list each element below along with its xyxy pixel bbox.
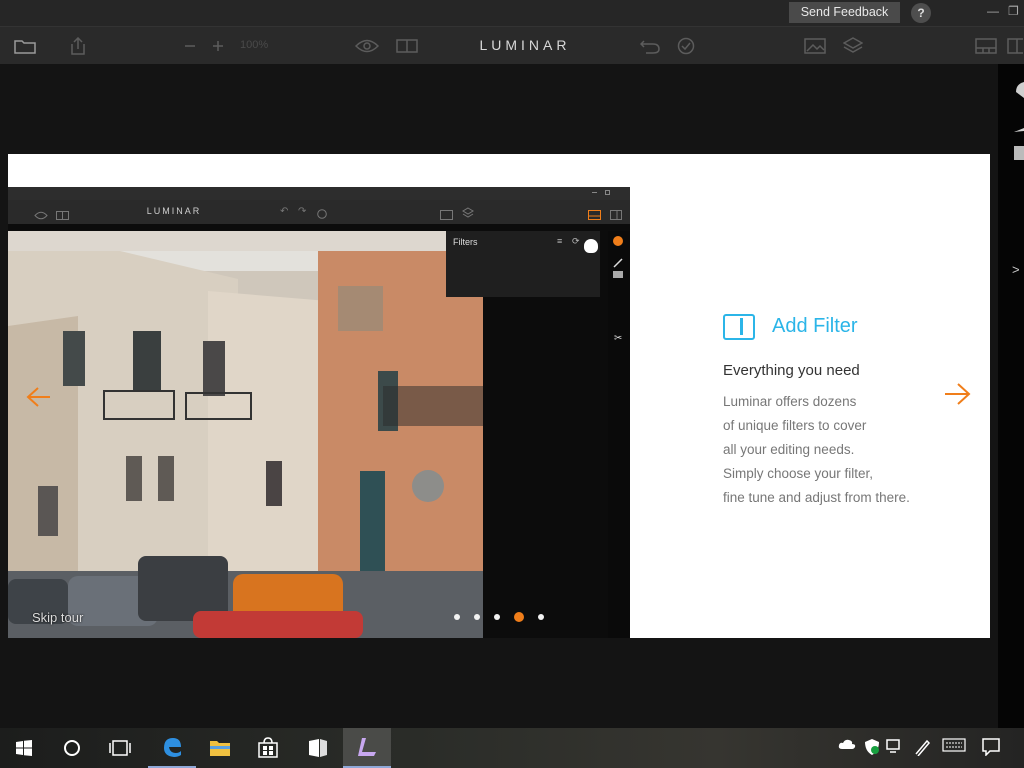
tour-step-description: Luminar offers dozens of unique filters … <box>723 390 910 510</box>
preview-compare-icon <box>56 207 69 225</box>
filters-label: Filters <box>453 237 478 247</box>
taskbar <box>0 728 1024 768</box>
page-dot-2[interactable] <box>474 614 480 620</box>
description-line: Luminar offers dozens <box>723 394 857 409</box>
start-icon[interactable] <box>0 728 48 768</box>
gradient-tool-icon[interactable] <box>1014 146 1024 160</box>
zoom-in-icon[interactable] <box>208 27 228 65</box>
expand-arrow-icon[interactable]: > <box>1012 262 1020 277</box>
pen-workspace-icon[interactable] <box>914 738 932 759</box>
preview-side-panel-icon <box>610 207 622 225</box>
preview-gradient-icon <box>613 271 623 278</box>
folder-icon[interactable] <box>12 27 38 65</box>
minimize-button[interactable]: — <box>987 4 999 18</box>
main-toolbar: 100% LUMINAR <box>0 26 1024 64</box>
page-dot-4[interactable] <box>514 612 524 622</box>
page-dot-3[interactable] <box>494 614 500 620</box>
share-icon[interactable] <box>66 27 90 65</box>
preview-titlebar <box>8 187 630 200</box>
tour-step-title: Add Filter <box>772 315 858 337</box>
next-arrow-icon[interactable] <box>943 382 971 411</box>
preview-eye-icon[interactable] <box>354 27 380 65</box>
filmstrip-icon[interactable] <box>972 27 1000 65</box>
send-feedback-button[interactable]: Send Feedback <box>789 2 900 23</box>
preview-eye-icon <box>34 207 48 225</box>
description-line: fine tune and adjust from there. <box>723 490 910 505</box>
store-icon[interactable] <box>244 728 292 768</box>
keyboard-icon[interactable] <box>942 738 966 755</box>
zoom-out-icon[interactable] <box>180 27 200 65</box>
compare-icon[interactable] <box>394 27 420 65</box>
preview-undo-icon: ↶ <box>280 206 289 217</box>
file-explorer-icon[interactable] <box>196 728 244 768</box>
history-check-icon[interactable] <box>674 27 698 65</box>
page-dot-5[interactable] <box>538 614 544 620</box>
image-icon[interactable] <box>802 27 828 65</box>
network-icon[interactable] <box>886 738 904 757</box>
preview-check-icon <box>317 206 327 224</box>
search-icon[interactable] <box>48 728 96 768</box>
page-indicator <box>454 612 544 622</box>
filter-refresh-icon: ⟳ <box>572 236 580 246</box>
tour-dialog: LUMINAR ↶ ↷ Filters ≡ ⟳ ✂ Skip tour Add … <box>8 154 990 638</box>
preview-filmstrip-icon <box>588 207 601 225</box>
add-filter-icon <box>723 314 755 340</box>
defender-shield-icon[interactable] <box>864 738 880 759</box>
preview-minimize-icon <box>592 192 597 193</box>
title-bar: Send Feedback ? — ❐ <box>0 0 1024 26</box>
description-line: all your editing needs. <box>723 442 855 457</box>
hand-tool-icon[interactable] <box>1014 80 1024 105</box>
preview-redo-icon: ↷ <box>298 206 307 217</box>
onedrive-icon[interactable] <box>838 738 856 753</box>
brush-tool-icon[interactable] <box>1014 120 1024 138</box>
preview-layers-icon <box>462 206 474 224</box>
app-brand: LUMINAR <box>479 37 571 53</box>
preview-restore-icon <box>605 190 610 195</box>
restore-button[interactable]: ❐ <box>1008 4 1019 18</box>
tour-preview: LUMINAR ↶ ↷ Filters ≡ ⟳ ✂ <box>8 187 630 638</box>
description-line: of unique filters to cover <box>723 418 867 433</box>
tour-step-subtitle: Everything you need <box>723 362 860 379</box>
notification-center-icon[interactable] <box>982 738 1000 759</box>
side-panel-icon[interactable] <box>1006 27 1024 65</box>
right-tool-strip: > <box>998 64 1024 728</box>
filters-panel: Filters ≡ ⟳ <box>446 231 600 297</box>
help-button[interactable]: ? <box>911 3 931 23</box>
preview-image-icon <box>440 207 453 225</box>
undo-icon[interactable] <box>638 27 662 65</box>
skip-tour-link[interactable]: Skip tour <box>32 610 83 625</box>
zoom-level: 100% <box>240 39 269 51</box>
preview-scissors-icon: ✂ <box>614 333 623 344</box>
preview-hand-icon <box>613 236 623 246</box>
preview-brand: LUMINAR <box>146 206 202 216</box>
street-photo <box>8 231 483 638</box>
layers-icon[interactable] <box>840 27 866 65</box>
app-window-icon[interactable] <box>294 728 342 768</box>
hand-cursor-icon <box>584 239 598 253</box>
preview-toolbar: LUMINAR ↶ ↷ <box>8 200 630 224</box>
description-line: Simply choose your filter, <box>723 466 874 481</box>
task-view-icon[interactable] <box>96 728 144 768</box>
page-dot-1[interactable] <box>454 614 460 620</box>
luminar-taskbar-icon[interactable] <box>343 728 391 768</box>
previous-arrow-icon[interactable] <box>26 386 52 413</box>
edge-browser-icon[interactable] <box>148 728 196 768</box>
filter-sort-icon: ≡ <box>557 236 563 246</box>
preview-tool-strip: ✂ <box>608 231 630 638</box>
